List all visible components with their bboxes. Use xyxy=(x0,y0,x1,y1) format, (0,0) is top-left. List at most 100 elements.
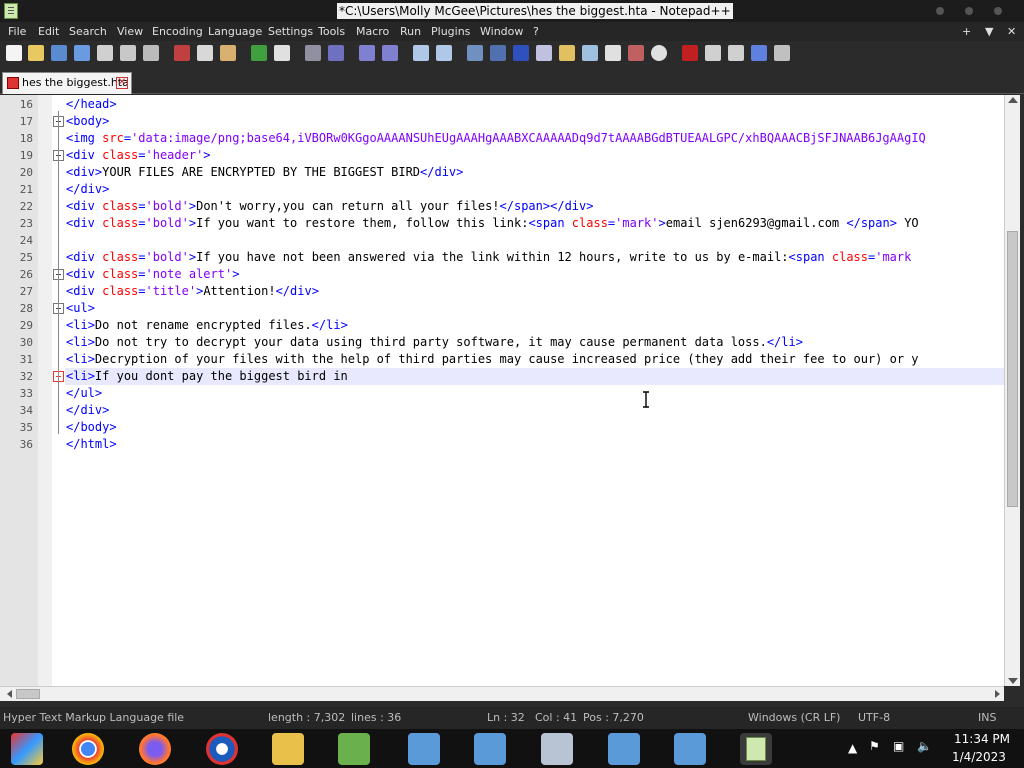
open-file-icon[interactable] xyxy=(28,45,44,61)
horizontal-scrollbar[interactable] xyxy=(0,686,1004,701)
menu-file[interactable]: File xyxy=(8,25,26,38)
stop-macro-icon[interactable] xyxy=(705,45,721,61)
flag-icon[interactable]: ⚑ xyxy=(869,739,880,753)
save-icon[interactable] xyxy=(51,45,67,61)
zoom-in-icon[interactable] xyxy=(359,45,375,61)
scroll-right-icon[interactable] xyxy=(995,690,1000,698)
record-macro-icon[interactable] xyxy=(682,45,698,61)
code-line[interactable]: <li>Decryption of your files with the he… xyxy=(66,351,919,368)
monitor-app-icon[interactable] xyxy=(674,733,706,765)
code-line[interactable]: <li>If you dont pay the biggest bird in xyxy=(66,368,348,385)
close-doc-icon[interactable]: ✕ xyxy=(1007,25,1016,38)
play-macro-icon[interactable] xyxy=(728,45,744,61)
app-icon[interactable] xyxy=(11,733,43,765)
menu-help[interactable]: ? xyxy=(533,25,539,38)
print-icon[interactable] xyxy=(143,45,159,61)
zoom-out-icon[interactable] xyxy=(382,45,398,61)
obama-icon[interactable] xyxy=(206,733,238,765)
save-all-icon[interactable] xyxy=(74,45,90,61)
doc-map-icon[interactable] xyxy=(559,45,575,61)
display-icon[interactable] xyxy=(541,733,573,765)
menu-macro[interactable]: Macro xyxy=(356,25,389,38)
minimize-button[interactable] xyxy=(936,7,944,15)
speaker-icon[interactable]: 🔈 xyxy=(917,739,932,753)
monitoring-icon[interactable] xyxy=(628,45,644,61)
show-hidden-icons-icon[interactable]: ▲ xyxy=(848,741,857,755)
status-mode[interactable]: INS xyxy=(978,711,996,724)
maximize-button[interactable] xyxy=(965,7,973,15)
scroll-down-icon[interactable] xyxy=(1008,678,1018,684)
close-button[interactable] xyxy=(994,7,1002,15)
notepadpp-taskbar-button[interactable] xyxy=(740,733,772,765)
code-line[interactable]: <ul> xyxy=(66,300,95,317)
code-line[interactable]: <li>Do not try to decrypt your data usin… xyxy=(66,334,803,351)
show-all-chars-icon[interactable] xyxy=(490,45,506,61)
code-line[interactable]: </div> xyxy=(66,181,109,198)
code-line[interactable]: <div class='note alert'> xyxy=(66,266,239,283)
new-file-icon[interactable] xyxy=(6,45,22,61)
code-line[interactable]: <div class='title'>Attention!</div> xyxy=(66,283,319,300)
code-line[interactable]: <div class='bold'>Don't worry,you can re… xyxy=(66,198,593,215)
new-tab-plus-icon[interactable]: + xyxy=(962,25,971,38)
monitor-app-icon[interactable] xyxy=(408,733,440,765)
indent-guide-icon[interactable] xyxy=(513,45,529,61)
code-line[interactable]: </head> xyxy=(66,96,117,113)
status-eol[interactable]: Windows (CR LF) xyxy=(748,711,840,724)
find-icon[interactable] xyxy=(305,45,321,61)
code-line[interactable]: <img src='data:image/png;base64,iVBORw0K… xyxy=(66,130,926,147)
run-macro-multiple-icon[interactable] xyxy=(751,45,767,61)
close-file-icon[interactable] xyxy=(97,45,113,61)
menu-encoding[interactable]: Encoding xyxy=(152,25,203,38)
menu-window[interactable]: Window xyxy=(480,25,523,38)
code-line[interactable]: <div class='bold'>If you have not been a… xyxy=(66,249,911,266)
cut-icon[interactable] xyxy=(174,45,190,61)
tab-hes-the-biggest[interactable]: hes the biggest.hta ✕ xyxy=(2,72,132,94)
code-line[interactable]: </body> xyxy=(66,419,117,436)
clock-time[interactable]: 11:34 PM xyxy=(954,732,1010,746)
clock-date[interactable]: 1/4/2023 xyxy=(952,750,1006,764)
network-tray-icon[interactable]: ▣ xyxy=(893,739,904,753)
monitor-app-icon[interactable] xyxy=(474,733,506,765)
replace-icon[interactable] xyxy=(328,45,344,61)
menu-run[interactable]: Run xyxy=(400,25,421,38)
monitor-app-icon[interactable] xyxy=(608,733,640,765)
menu-edit[interactable]: Edit xyxy=(38,25,59,38)
menu-plugins[interactable]: Plugins xyxy=(431,25,470,38)
word-wrap-icon[interactable] xyxy=(467,45,483,61)
code-line[interactable]: <div>YOUR FILES ARE ENCRYPTED BY THE BIG… xyxy=(66,164,463,181)
chevron-down-icon[interactable]: ▼ xyxy=(985,25,993,38)
file-explorer-icon[interactable] xyxy=(272,733,304,765)
undo-icon[interactable] xyxy=(251,45,267,61)
function-list-icon[interactable] xyxy=(582,45,598,61)
menu-view[interactable]: View xyxy=(117,25,143,38)
lang-define-icon[interactable] xyxy=(536,45,552,61)
menu-language[interactable]: Language xyxy=(208,25,262,38)
menu-search[interactable]: Search xyxy=(69,25,107,38)
code-line[interactable]: <body> xyxy=(66,113,109,130)
firefox-icon[interactable] xyxy=(139,733,171,765)
sync-vertical-icon[interactable] xyxy=(413,45,429,61)
eye-icon[interactable] xyxy=(651,45,667,61)
editor-area[interactable]: 16 </head> 17 <body> 18 <img src='data:image/… xyxy=(0,95,1004,686)
vertical-scrollbar[interactable] xyxy=(1004,95,1020,686)
scroll-left-icon[interactable] xyxy=(7,690,12,698)
tab-close-icon[interactable]: ✕ xyxy=(116,77,128,89)
code-line[interactable]: </html> xyxy=(66,436,117,453)
redo-icon[interactable] xyxy=(274,45,290,61)
network-icon[interactable] xyxy=(338,733,370,765)
scroll-thumb[interactable] xyxy=(1007,231,1018,507)
save-macro-icon[interactable] xyxy=(774,45,790,61)
close-all-icon[interactable] xyxy=(120,45,136,61)
code-line[interactable]: <div class='header'> xyxy=(66,147,211,164)
code-line[interactable]: </div> xyxy=(66,402,109,419)
paste-icon[interactable] xyxy=(220,45,236,61)
menu-tools[interactable]: Tools xyxy=(318,25,345,38)
code-line[interactable]: <div class='bold'>If you want to restore… xyxy=(66,215,919,232)
menu-settings[interactable]: Settings xyxy=(268,25,313,38)
sync-horizontal-icon[interactable] xyxy=(436,45,452,61)
chrome-icon[interactable] xyxy=(72,733,104,765)
hscroll-thumb[interactable] xyxy=(16,689,40,699)
copy-icon[interactable] xyxy=(197,45,213,61)
folder-workspace-icon[interactable] xyxy=(605,45,621,61)
status-encoding[interactable]: UTF-8 xyxy=(858,711,890,724)
